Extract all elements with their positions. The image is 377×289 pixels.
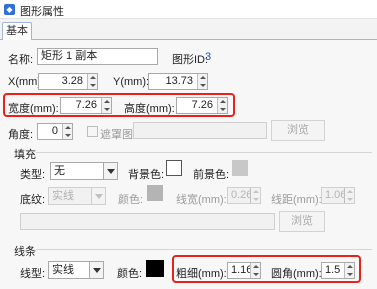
line-spacing-stepper[interactable]: 1.06 xyxy=(321,187,355,204)
line-section-label: 线条 xyxy=(14,246,36,258)
shape-id-label: 图形ID: xyxy=(172,54,209,66)
angle-label: 角度: xyxy=(8,129,34,141)
line-divider xyxy=(36,249,372,250)
line-color-label: 颜色: xyxy=(117,268,143,280)
x-spin-icon[interactable] xyxy=(87,74,97,89)
fill-type-value: 无 xyxy=(54,165,65,177)
window-title: 图形属性 xyxy=(20,6,64,18)
angle-stepper[interactable]: 0 xyxy=(37,123,73,140)
line-type-label: 线型: xyxy=(20,268,46,280)
chevron-down-icon[interactable] xyxy=(89,262,103,278)
texture-select[interactable]: 实线 xyxy=(48,187,106,205)
mask-browse-button[interactable]: 浏览 xyxy=(271,120,325,141)
fg-color-label: 前景色: xyxy=(193,169,230,181)
fill-color-swatch[interactable] xyxy=(147,185,163,201)
y-stepper[interactable]: 13.73 xyxy=(148,73,208,90)
y-spin-icon[interactable] xyxy=(197,74,207,89)
bg-color-swatch[interactable] xyxy=(166,160,182,176)
mask-label: 遮罩图 xyxy=(100,129,133,141)
line-spacing-spin-icon[interactable] xyxy=(344,188,354,203)
shape-id-value: 3 xyxy=(205,51,212,63)
mask-path-input[interactable] xyxy=(133,122,267,139)
angle-spin-icon[interactable] xyxy=(62,124,72,139)
highlight-line-box xyxy=(172,255,361,283)
x-stepper[interactable]: 3.28 xyxy=(38,73,98,90)
tab-strip xyxy=(0,19,377,40)
fill-browse-button[interactable]: 浏览 xyxy=(279,211,325,232)
fill-type-label: 类型: xyxy=(20,169,46,181)
app-icon: ◆ xyxy=(4,4,15,15)
fill-type-select[interactable]: 无 xyxy=(50,162,118,180)
fill-image-path-input[interactable] xyxy=(20,213,275,230)
tab-basic[interactable]: 基本 xyxy=(2,22,32,41)
x-value: 3.28 xyxy=(61,75,83,87)
name-input[interactable]: 矩形 1 副本 xyxy=(37,48,158,65)
line-color-swatch[interactable] xyxy=(146,260,164,277)
bg-color-label: 背景色: xyxy=(128,169,165,181)
line-width-stepper[interactable]: 0.26 xyxy=(227,187,261,204)
y-label: Y(mm): xyxy=(113,76,150,88)
y-value: 13.73 xyxy=(165,75,193,87)
chevron-down-icon[interactable] xyxy=(103,163,117,179)
texture-label: 底纹: xyxy=(20,194,46,206)
line-type-value: 实线 xyxy=(52,264,74,276)
angle-value: 0 xyxy=(51,125,58,137)
line-spacing-label: 线距(mm): xyxy=(271,194,322,206)
texture-value: 实线 xyxy=(52,190,74,202)
fill-divider xyxy=(36,152,372,153)
line-width-spin-icon[interactable] xyxy=(250,188,260,203)
chevron-down-icon[interactable] xyxy=(91,188,105,204)
fg-color-swatch[interactable] xyxy=(232,160,248,176)
fill-section-label: 填充 xyxy=(14,149,36,161)
line-type-select[interactable]: 实线 xyxy=(48,261,104,279)
line-width-label: 线宽(mm): xyxy=(176,194,227,206)
fill-color-label: 颜色: xyxy=(118,194,144,206)
highlight-size-box xyxy=(3,93,235,117)
name-label: 名称: xyxy=(8,54,34,66)
mask-checkbox[interactable] xyxy=(87,126,98,137)
